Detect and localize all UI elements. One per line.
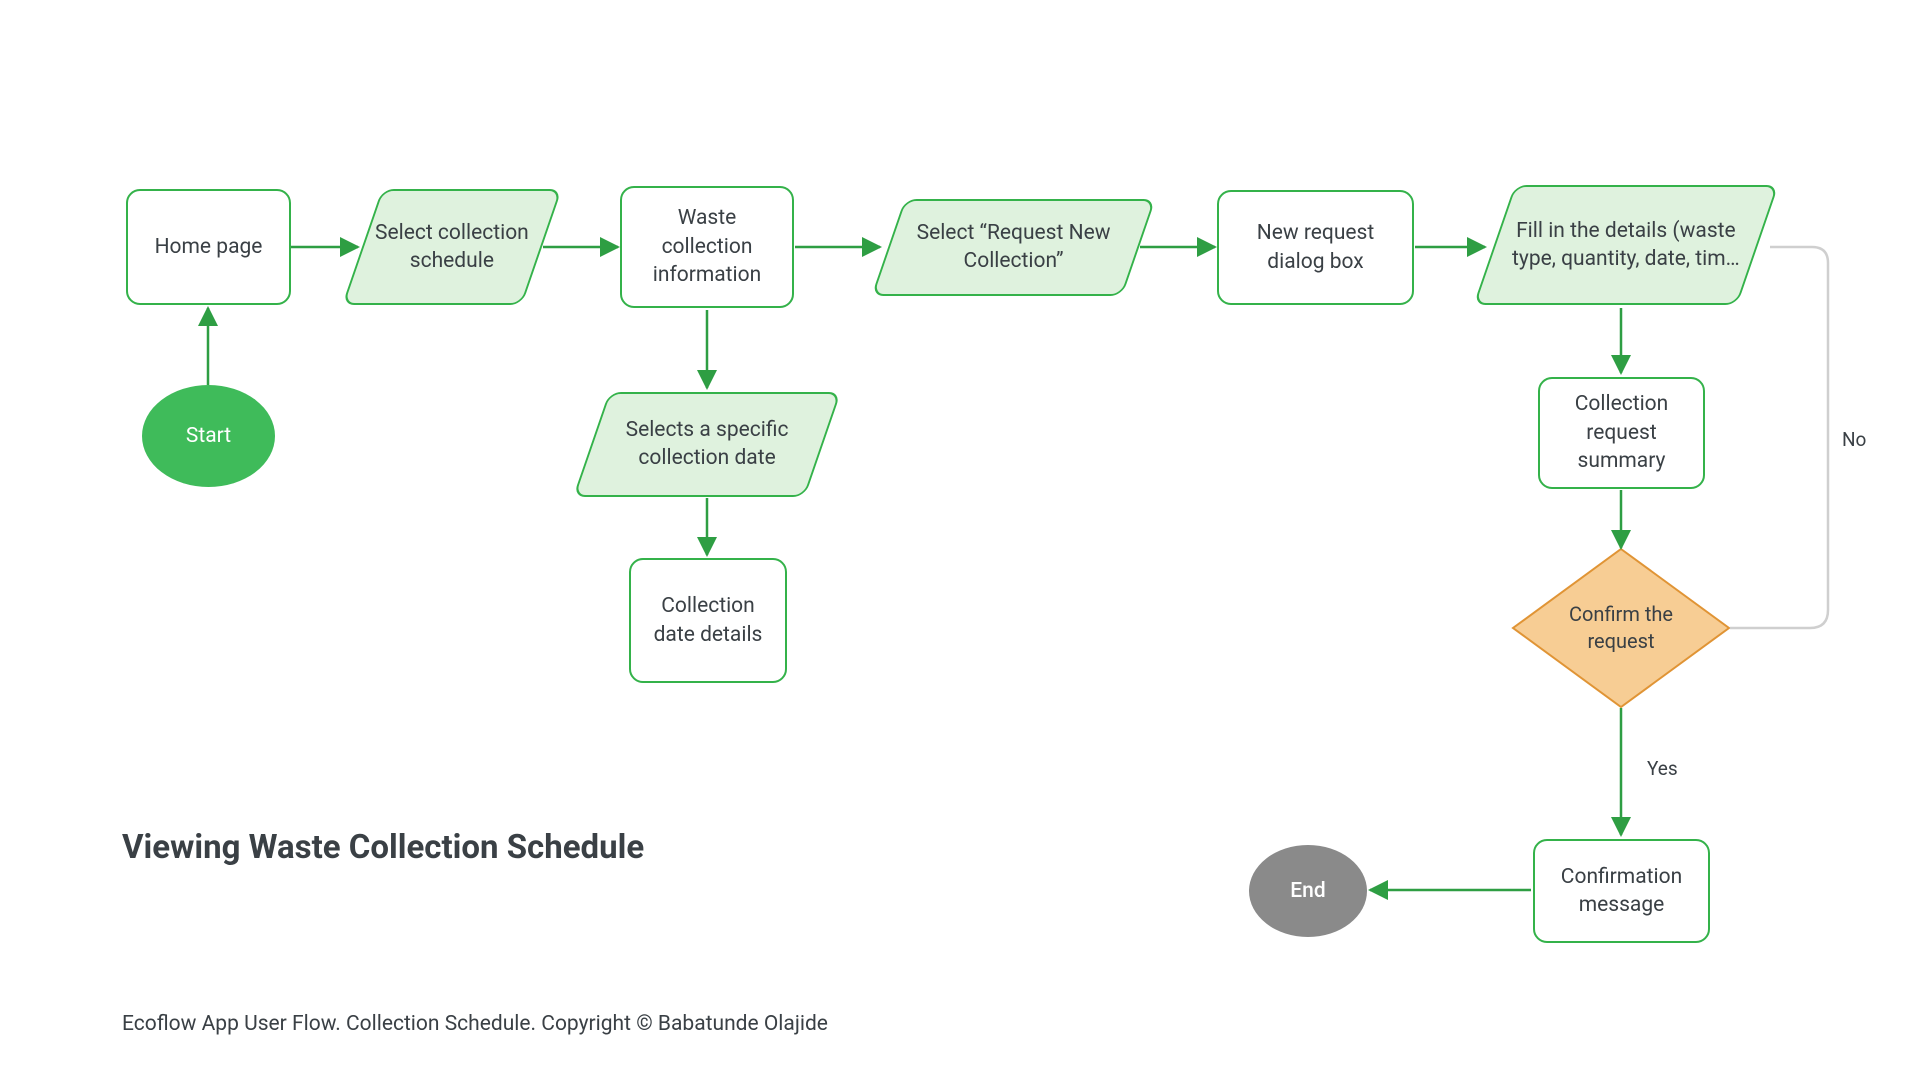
home-page-node: Home page (126, 189, 291, 305)
decision-label: Confirm the request (1553, 601, 1689, 655)
no-label: No (1842, 428, 1866, 451)
date-details-node: Collection date details (629, 558, 787, 683)
waste-info-node: Waste collection information (620, 186, 794, 308)
decision-node: Confirm the request (1543, 596, 1699, 660)
select-schedule-node: Select collection schedule (342, 189, 562, 305)
end-terminal: End (1249, 845, 1367, 937)
footer-copyright: Ecoflow App User Flow. Collection Schedu… (122, 1012, 828, 1036)
confirmation-label: Confirmation message (1545, 863, 1698, 920)
start-terminal: Start (142, 385, 275, 487)
diagram-title: Viewing Waste Collection Schedule (122, 828, 644, 867)
waste-info-label: Waste collection information (632, 204, 782, 289)
select-date-node: Selects a specific collection date (573, 392, 841, 497)
request-new-node: Select “Request New Collection” (871, 199, 1155, 296)
fill-details-label: Fill in the details (waste type, quantit… (1506, 217, 1746, 274)
dialog-label: New request dialog box (1229, 219, 1402, 276)
yes-label: Yes (1647, 757, 1678, 780)
date-details-label: Collection date details (641, 592, 775, 649)
flowchart-canvas: Start Home page Select collection schedu… (0, 0, 1920, 1080)
dialog-node: New request dialog box (1217, 190, 1414, 305)
home-page-label: Home page (155, 233, 263, 261)
start-label: Start (186, 422, 231, 450)
edge-decision-no (1730, 247, 1828, 628)
summary-label: Collection request summary (1550, 390, 1693, 475)
confirmation-node: Confirmation message (1533, 839, 1710, 943)
request-new-label: Select “Request New Collection” (900, 219, 1127, 276)
summary-node: Collection request summary (1538, 377, 1705, 489)
select-date-label: Selects a specific collection date (603, 416, 811, 473)
end-label: End (1290, 877, 1325, 905)
fill-details-node: Fill in the details (waste type, quantit… (1473, 185, 1778, 305)
select-schedule-label: Select collection schedule (374, 219, 530, 276)
